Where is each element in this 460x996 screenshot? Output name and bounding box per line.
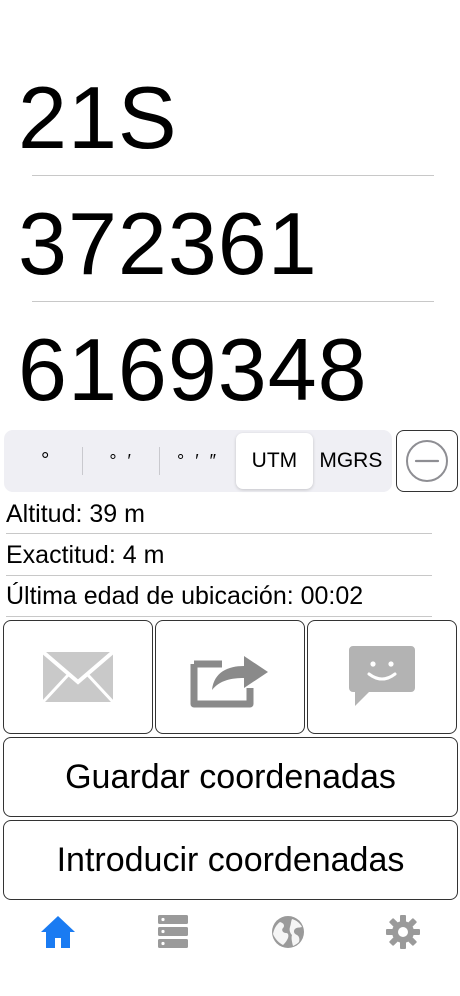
accuracy-text: Exactitud: 4 m <box>6 541 165 569</box>
server-list-icon <box>157 915 188 948</box>
divider <box>6 533 432 534</box>
tab-saved-list[interactable] <box>115 904 230 996</box>
minus-circle-icon <box>406 440 448 482</box>
gear-icon <box>385 915 420 949</box>
coordinate-format-selector: ° ° ′ ° ′ ″ UTM MGRS <box>4 430 392 492</box>
divider <box>32 301 434 302</box>
tab-settings[interactable] <box>345 904 460 996</box>
divider <box>32 175 434 176</box>
enter-coordinates-button[interactable]: Introducir coordenadas <box>3 820 458 900</box>
utm-zone-value: 21S <box>18 68 178 167</box>
envelope-icon <box>42 651 114 703</box>
format-option-utm[interactable]: UTM <box>236 433 313 489</box>
altitude-text: Altitud: 39 m <box>6 500 145 528</box>
save-coordinates-button[interactable]: Guardar coordenadas <box>3 737 458 817</box>
message-button[interactable] <box>307 620 457 734</box>
share-button[interactable] <box>155 620 305 734</box>
location-age-text: Última edad de ubicación: 00:02 <box>6 582 364 610</box>
remove-button[interactable] <box>396 430 458 492</box>
format-option-degrees-minutes-seconds[interactable]: ° ′ ″ <box>160 433 236 489</box>
email-button[interactable] <box>3 620 153 734</box>
share-arrow-icon <box>190 656 268 708</box>
format-option-degrees[interactable]: ° <box>7 433 84 489</box>
divider <box>6 616 432 617</box>
format-option-degrees-minutes[interactable]: ° ′ <box>83 433 161 489</box>
message-bubble-icon <box>349 646 415 706</box>
tab-map[interactable] <box>230 904 345 996</box>
format-option-mgrs[interactable]: MGRS <box>313 433 389 489</box>
utm-easting-value: 372361 <box>18 194 318 293</box>
tab-home[interactable] <box>0 904 115 996</box>
globe-icon <box>271 916 304 948</box>
utm-northing-value: 6169348 <box>18 320 368 419</box>
divider <box>6 575 432 576</box>
home-icon <box>40 916 75 948</box>
tab-bar <box>0 904 460 996</box>
